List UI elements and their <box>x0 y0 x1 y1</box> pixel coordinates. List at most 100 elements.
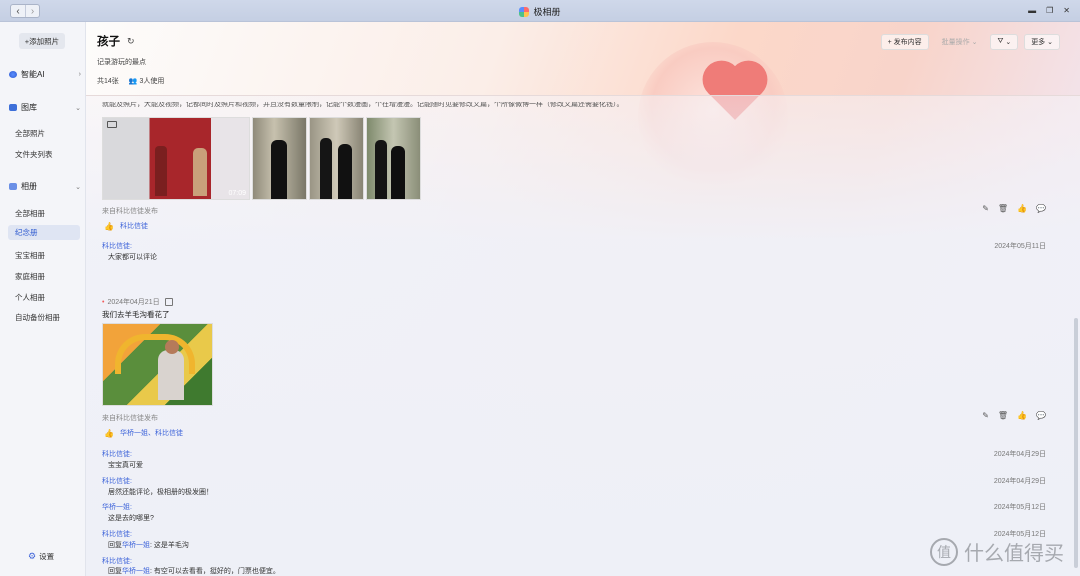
sidebar-group-ai[interactable]: 智能AI › <box>9 69 81 80</box>
header-divider <box>86 95 1080 96</box>
minimize-icon[interactable]: ▬ <box>1028 6 1036 15</box>
publish-button[interactable]: + 发布内容 <box>880 34 929 50</box>
sidebar: +添加照片 智能AI › 图库 ⌄ 全部照片 文件夹列表 相册 ⌄ 全部相册 纪… <box>0 22 86 576</box>
video-thumbnail[interactable]: 07:09 <box>102 117 250 200</box>
delete-icon[interactable]: 🗑 <box>998 411 1008 420</box>
refresh-icon[interactable]: ↻ <box>127 36 135 47</box>
users-count: 3人使用 <box>139 78 165 85</box>
comment-author[interactable]: 科比信徒: <box>102 241 132 251</box>
person-figure <box>193 148 207 196</box>
edit-icon[interactable]: ✎ <box>982 204 989 213</box>
sidebar-item-all-photos[interactable]: 全部照片 <box>15 128 45 139</box>
restore-icon[interactable]: ❐ <box>1046 6 1053 15</box>
app-logo-icon <box>519 6 530 17</box>
feed: 就能及照片，大能及视频，记都同时及照片和视频，并且没有数量限制，记能个数漫画，个… <box>102 98 1064 576</box>
person-figure <box>271 140 287 199</box>
like-icon[interactable]: 👍 <box>1017 204 1027 213</box>
sidebar-group-albums-label: 相册 <box>21 182 37 191</box>
person-figure <box>155 146 167 196</box>
comment-text: 宝宝真可爱 <box>108 462 143 469</box>
app-title: 极相册 <box>0 5 1080 18</box>
post-actions: ✎ 🗑 👍 💬 <box>982 411 1046 420</box>
comment-icon[interactable]: 💬 <box>1036 204 1046 213</box>
filter-button[interactable]: ⛛ ⌄ <box>990 34 1019 50</box>
album-header: 孩子 ↻ <box>97 33 135 49</box>
post-date: • 2024年04月21日 <box>102 297 173 307</box>
comment-icon[interactable]: 💬 <box>1036 411 1046 420</box>
gallery-icon <box>9 104 17 111</box>
comment-text: 大家都可以评论 <box>108 254 157 261</box>
sidebar-item-auto-backup[interactable]: 自动备份相册 <box>15 312 60 323</box>
album-description: 记录游玩的最点 <box>97 59 146 66</box>
post-date-text: 2024年04月21日 <box>107 299 160 306</box>
chevron-right-icon: › <box>78 71 81 78</box>
post-source: 来自科比信徒发布 <box>102 208 158 215</box>
comment-text: 这是去的哪里? <box>108 515 154 522</box>
thumbs-up-icon: 👍 <box>104 221 114 231</box>
sidebar-group-gallery-label: 图库 <box>21 103 37 112</box>
chevron-down-icon: ⌄ <box>75 104 81 112</box>
likes-names[interactable]: 科比信徒 <box>120 221 148 231</box>
reply-text: : 有空可以去看看，挺好的，门票也便宜。 <box>150 568 280 575</box>
filter-icon: ⛛ <box>997 38 1004 45</box>
comment-author[interactable]: 华桥一姐: <box>102 502 132 512</box>
post-media: 07:09 <box>102 117 421 200</box>
comment-author[interactable]: 科比信徒: <box>102 556 132 566</box>
close-icon[interactable]: ✕ <box>1063 6 1070 15</box>
post-likes: 👍 华桥一姐、科比信徒 <box>104 428 183 438</box>
sidebar-item-family[interactable]: 家庭相册 <box>15 271 45 282</box>
comment-text: 回复华桥一姐: 这是羊毛沟 <box>108 540 189 550</box>
comment-date: 2024年04月29日 <box>993 478 1046 485</box>
add-photo-button[interactable]: +添加照片 <box>19 33 65 49</box>
comment-date: 2024年04月29日 <box>993 451 1046 458</box>
person-figure <box>338 144 352 199</box>
edit-icon[interactable]: ✎ <box>982 411 989 420</box>
window-controls: ▬ ❐ ✕ <box>1028 6 1070 15</box>
reply-target[interactable]: 华桥一姐 <box>122 542 150 549</box>
scrollbar[interactable] <box>1074 318 1078 568</box>
photo-thumbnail[interactable] <box>366 117 421 200</box>
photo-thumbnail[interactable] <box>309 117 364 200</box>
sidebar-item-folders[interactable]: 文件夹列表 <box>15 149 53 160</box>
person-figure <box>158 350 184 400</box>
delete-icon[interactable]: 🗑 <box>998 204 1008 213</box>
comment-author[interactable]: 科比信徒: <box>102 449 132 459</box>
page-title: 孩子 <box>97 36 120 48</box>
sidebar-item-memorial[interactable]: 纪念册 <box>8 225 80 240</box>
title-bar: ‹ › 极相册 ▬ ❐ ✕ <box>0 0 1080 22</box>
sidebar-item-personal[interactable]: 个人相册 <box>15 292 45 303</box>
comment-text: 居然还能评论，极相册的极发圈！ <box>108 489 213 496</box>
select-checkbox[interactable] <box>164 298 173 306</box>
sidebar-item-all-albums[interactable]: 全部相册 <box>15 208 45 219</box>
video-icon <box>107 121 117 128</box>
batch-button[interactable]: 批量操作 ⌄ <box>935 34 985 50</box>
more-button[interactable]: 更多 ⌄ <box>1024 34 1060 50</box>
ai-icon <box>9 71 17 78</box>
likes-names[interactable]: 华桥一姐、科比信徒 <box>120 428 183 438</box>
sidebar-group-gallery[interactable]: 图库 ⌄ <box>9 102 81 113</box>
photo-thumbnail[interactable] <box>252 117 307 200</box>
comment-date: 2024年05月11日 <box>994 243 1046 250</box>
album-meta: 共14张 👥 3人使用 <box>97 76 164 86</box>
reply-target[interactable]: 华桥一姐 <box>122 568 150 575</box>
like-icon[interactable]: 👍 <box>1017 411 1027 420</box>
settings-label: 设置 <box>39 552 55 561</box>
comment-author[interactable]: 科比信徒: <box>102 476 132 486</box>
photo-thumbnail[interactable] <box>102 323 213 406</box>
thumbs-up-icon: 👍 <box>104 428 114 438</box>
comment-author[interactable]: 科比信徒: <box>102 529 132 539</box>
sidebar-item-baby[interactable]: 宝宝相册 <box>15 250 45 261</box>
gear-icon: ⚙ <box>28 551 37 561</box>
person-figure <box>391 146 405 199</box>
reply-text: : 这是羊毛沟 <box>150 542 189 549</box>
sidebar-group-albums[interactable]: 相册 ⌄ <box>9 181 81 192</box>
settings-button[interactable]: ⚙ 设置 <box>28 551 54 562</box>
reply-prefix: 回复 <box>108 568 122 575</box>
watermark-logo-icon: 值 <box>930 537 958 566</box>
person-figure <box>320 138 332 199</box>
reply-prefix: 回复 <box>108 542 122 549</box>
comment-text: 回复华桥一姐: 有空可以去看看，挺好的，门票也便宜。 <box>108 566 280 576</box>
post-media <box>102 323 213 406</box>
watermark: 值 什么值得买 <box>930 537 1064 566</box>
post-title: 我们去羊毛沟看花了 <box>102 310 170 319</box>
